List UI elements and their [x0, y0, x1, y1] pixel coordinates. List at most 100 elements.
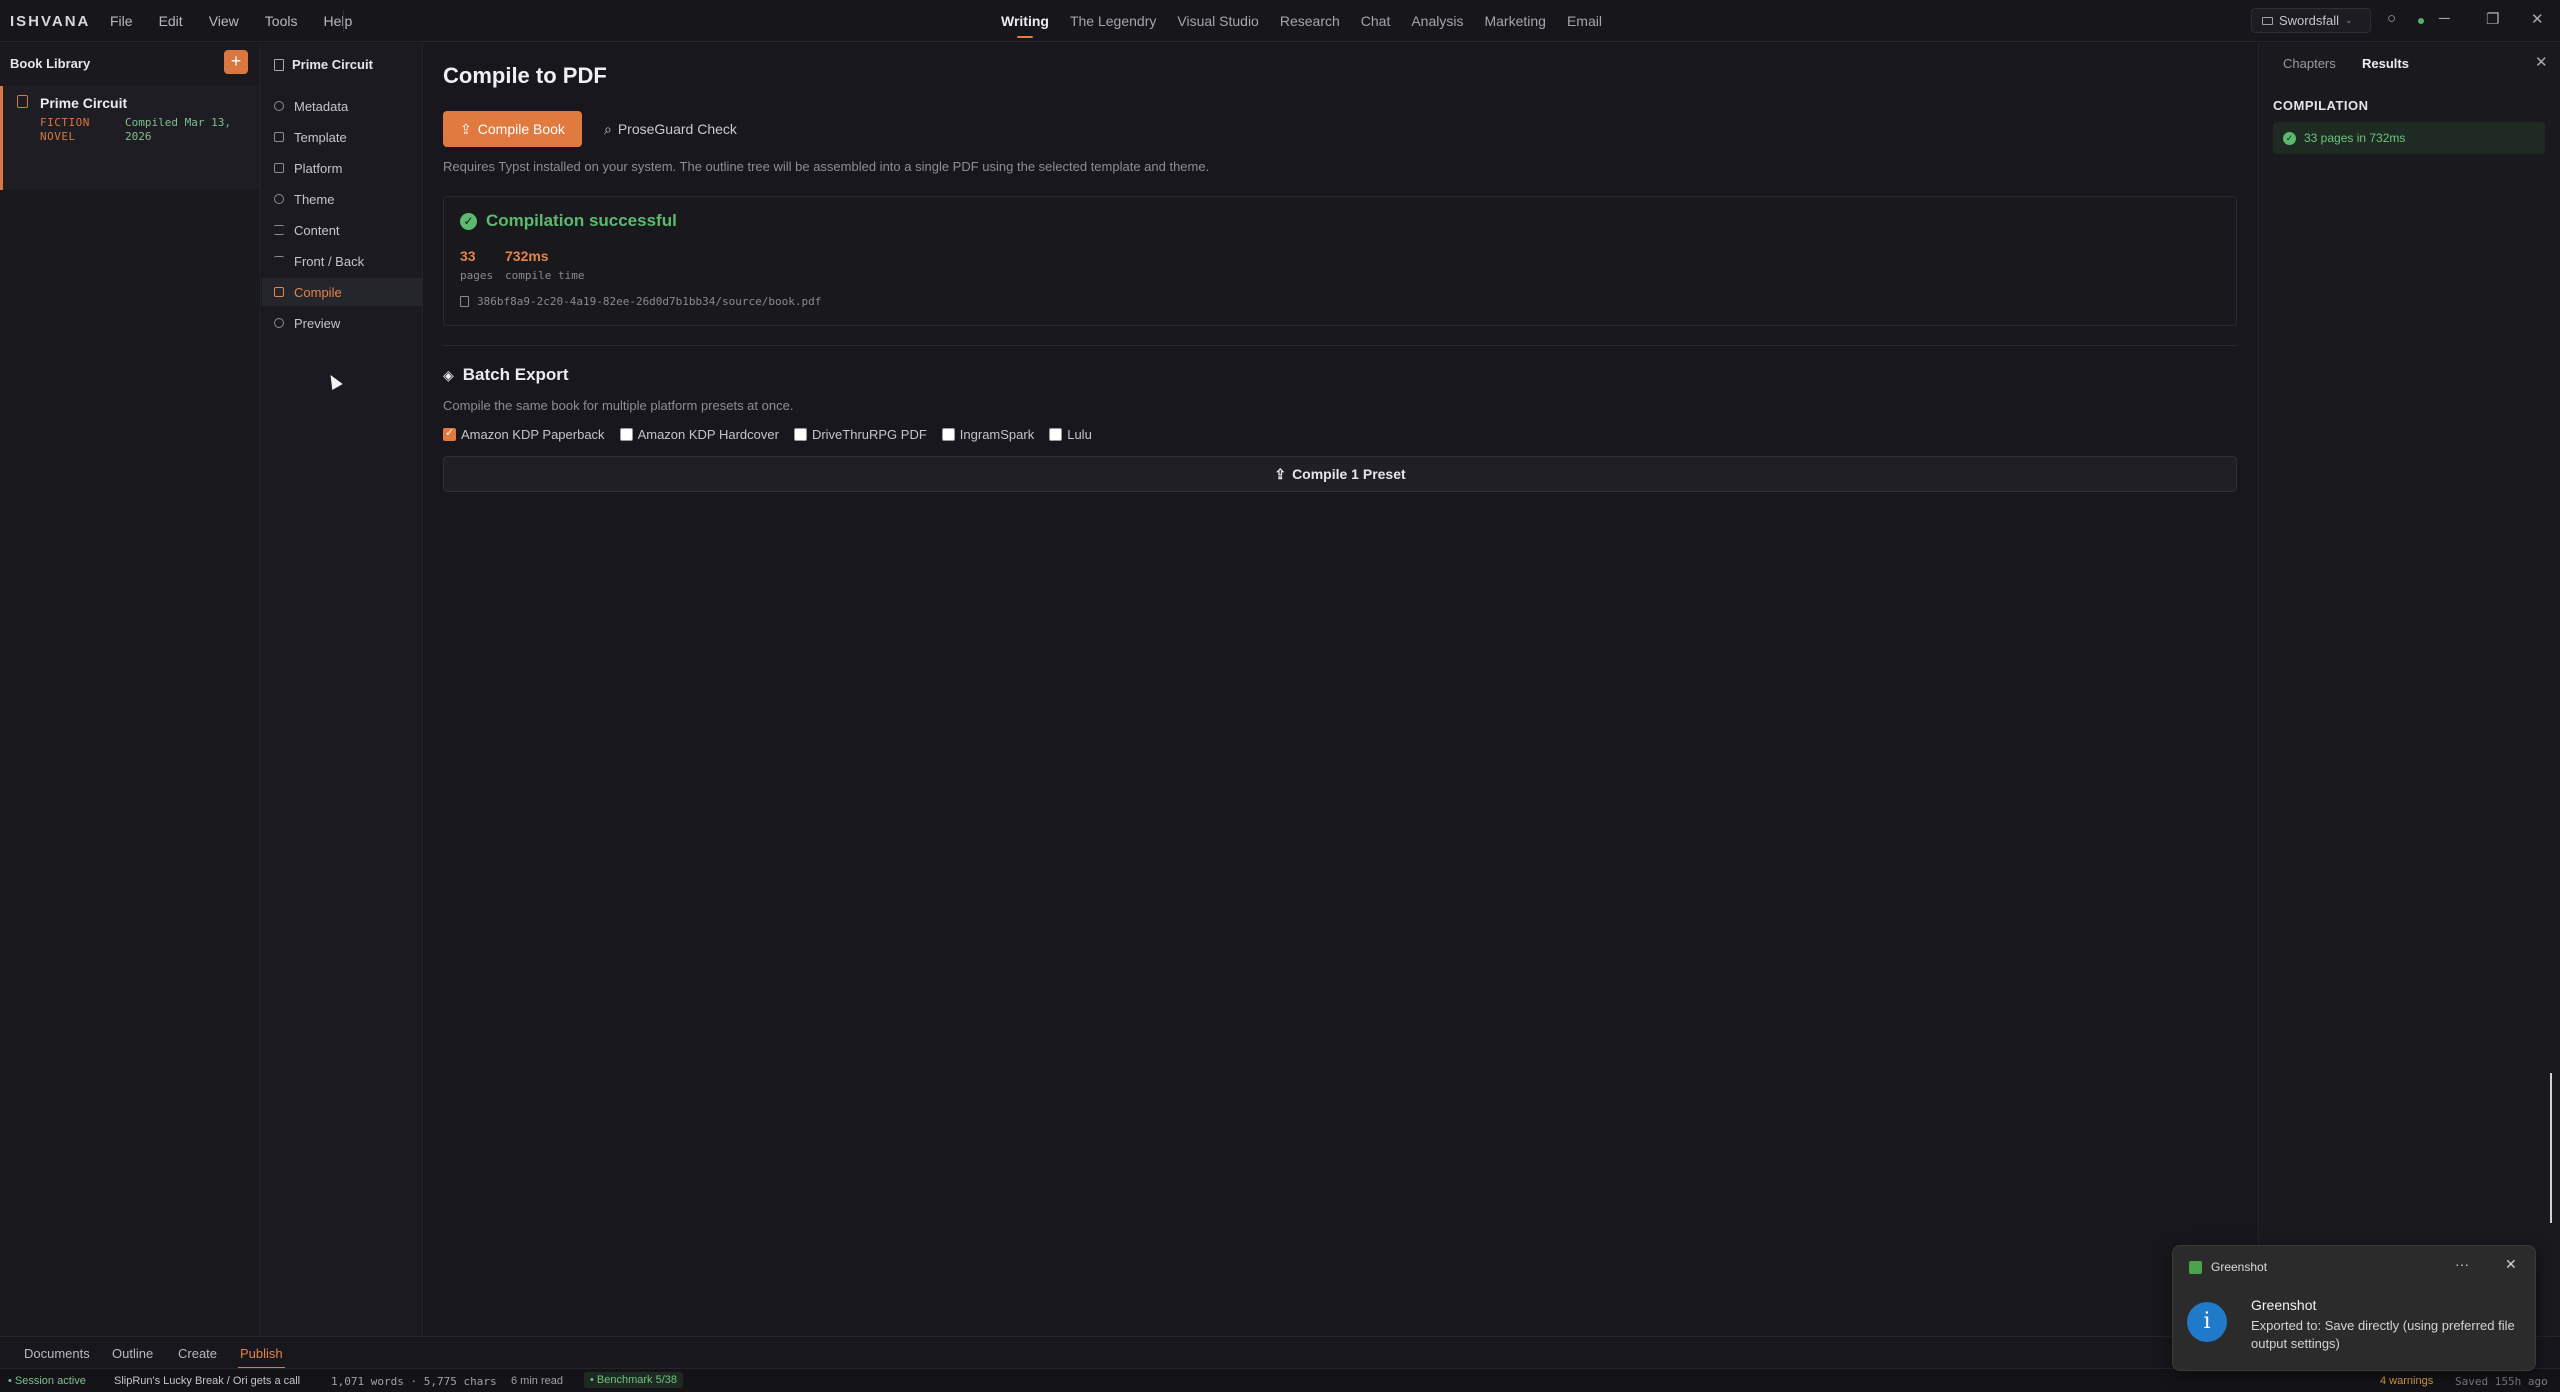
nav-item-template[interactable]: Template — [262, 123, 422, 151]
settings-circle-icon[interactable]: ○ — [2387, 10, 2396, 27]
batch-export-title: ◈ Batch Export — [443, 365, 569, 385]
compile-time-value: 732ms — [505, 248, 549, 264]
add-book-button[interactable]: + — [224, 50, 248, 74]
project-switcher[interactable]: Swordsfall ⌄ — [2251, 8, 2371, 33]
nav-item-label: Metadata — [294, 98, 349, 114]
nav-item-platform[interactable]: Platform — [262, 154, 422, 182]
nav-item-theme[interactable]: Theme — [262, 185, 422, 213]
section-divider — [443, 345, 2237, 346]
proseguard-check-button[interactable]: ⌕ ProseGuard Check — [604, 117, 737, 141]
nav-item-label: Template — [294, 129, 347, 145]
book-title: Prime Circuit — [40, 95, 128, 111]
tab-results[interactable]: Results — [2362, 56, 2409, 71]
compile-presets-button[interactable]: ⇪ Compile 1 Preset — [443, 456, 2237, 492]
library-title: Book Library — [10, 56, 91, 71]
window-close-icon[interactable]: ✕ — [2531, 10, 2544, 28]
book-compiled-date: Compiled Mar 13, 2026 — [125, 116, 231, 143]
preset-amazon-kdp-hardcover[interactable]: Amazon KDP Hardcover — [619, 427, 779, 442]
more-options-icon[interactable]: ··· — [2455, 1256, 2469, 1272]
nav-item-content[interactable]: Content — [262, 216, 422, 244]
nav-item-label: Front / Back — [294, 253, 365, 269]
compile-book-button[interactable]: ⇪ Compile Book — [443, 111, 582, 147]
success-title-label: Compilation successful — [486, 211, 677, 230]
compilation-section-title: COMPILATION — [2273, 98, 2369, 113]
checkbox[interactable] — [941, 428, 955, 441]
info-icon: i — [2187, 1302, 2227, 1342]
mode-tab-writing[interactable]: Writing — [1001, 13, 1049, 38]
output-path-text: 386bf8a9-2c20-4a19-82ee-26d0d7b1bb34/sou… — [477, 295, 822, 308]
pages-value: 33 — [460, 248, 476, 264]
menu-divider — [343, 10, 344, 32]
compile-book-label: Compile Book — [477, 121, 565, 137]
toast-close-icon[interactable]: ✕ — [2505, 1256, 2517, 1273]
menu-file[interactable]: File — [110, 13, 133, 29]
compilation-result-card: ✓ Compilation successful 33 pages 732ms … — [443, 196, 2237, 326]
info-icon — [274, 101, 284, 111]
printer-icon — [274, 163, 284, 173]
checkbox[interactable] — [793, 428, 807, 441]
warnings-count[interactable]: 4 warnings — [2380, 1375, 2433, 1387]
folder-icon — [2262, 16, 2273, 25]
scrollbar[interactable] — [2550, 1073, 2552, 1223]
title-bar: ISHVANA File Edit View Tools Help Writin… — [0, 0, 2560, 42]
nav-item-metadata[interactable]: Metadata — [262, 92, 422, 120]
preset-label: Amazon KDP Hardcover — [637, 427, 779, 442]
text-icon — [274, 256, 284, 266]
minimize-icon[interactable]: ─ — [2439, 10, 2450, 27]
tab-chapters[interactable]: Chapters — [2283, 56, 2336, 71]
notification-toast[interactable]: Greenshot ··· ✕ i Greenshot Exported to:… — [2172, 1245, 2536, 1371]
layout-icon — [274, 132, 284, 142]
nav-item-compile[interactable]: Compile — [262, 278, 422, 306]
tab-create[interactable]: Create — [178, 1346, 217, 1361]
nav-item-front-back[interactable]: Front / Back — [262, 247, 422, 275]
menu-tools[interactable]: Tools — [265, 13, 298, 29]
results-panel: Chapters Results ✕ COMPILATION ✓ 33 page… — [2258, 43, 2560, 1336]
status-bar: • Session active SlipRun's Lucky Break /… — [0, 1368, 2560, 1392]
compilation-result-item[interactable]: ✓ 33 pages in 732ms — [2273, 122, 2545, 154]
palette-icon — [274, 194, 284, 204]
checkbox[interactable] — [619, 428, 633, 441]
mode-tab-email[interactable]: Email — [1567, 13, 1602, 29]
preset-label: Lulu — [1067, 427, 1092, 442]
current-scene[interactable]: SlipRun's Lucky Break / Ori gets a call — [114, 1375, 300, 1387]
book-list-item[interactable]: Prime Circuit FICTION NOVEL Compiled Mar… — [0, 86, 260, 190]
project-name: Swordsfall — [2279, 13, 2339, 28]
tab-outline[interactable]: Outline — [112, 1346, 153, 1361]
nav-item-preview[interactable]: Preview — [262, 309, 422, 337]
preset-amazon-kdp-paperback[interactable]: Amazon KDP Paperback — [443, 426, 605, 442]
preset-ingramspark[interactable]: IngramSpark — [941, 427, 1034, 442]
checkbox[interactable] — [1049, 428, 1063, 441]
close-panel-icon[interactable]: ✕ — [2535, 53, 2548, 71]
mode-tabs: Writing The Legendry Visual Studio Resea… — [1001, 13, 1623, 38]
preset-lulu[interactable]: Lulu — [1049, 427, 1092, 442]
menu-view[interactable]: View — [209, 13, 239, 29]
nav-item-label: Theme — [294, 191, 335, 207]
session-status: • Session active — [8, 1375, 86, 1387]
list-icon — [274, 225, 284, 235]
mode-tab-research[interactable]: Research — [1280, 13, 1340, 29]
book-icon — [17, 95, 28, 108]
eye-icon — [274, 318, 284, 328]
output-file-path[interactable]: 386bf8a9-2c20-4a19-82ee-26d0d7b1bb34/sou… — [460, 295, 821, 308]
benchmark-badge[interactable]: • Benchmark 5/38 — [584, 1372, 684, 1388]
menu-edit[interactable]: Edit — [159, 13, 183, 29]
tab-documents[interactable]: Documents — [24, 1346, 90, 1361]
mode-tab-analysis[interactable]: Analysis — [1411, 13, 1463, 29]
batch-export-description: Compile the same book for multiple platf… — [443, 398, 794, 413]
mode-tab-chat[interactable]: Chat — [1361, 13, 1391, 29]
mode-tab-marketing[interactable]: Marketing — [1484, 13, 1545, 29]
mode-tab-legendry[interactable]: The Legendry — [1070, 13, 1156, 29]
restore-icon[interactable]: ❐ — [2486, 10, 2499, 28]
app-logo: ISHVANA — [10, 13, 91, 30]
file-icon — [460, 296, 469, 307]
batch-title-label: Batch Export — [462, 365, 569, 384]
toast-title: Greenshot — [2251, 1297, 2317, 1313]
mode-tab-visual-studio[interactable]: Visual Studio — [1177, 13, 1258, 29]
nav-item-label: Preview — [294, 315, 341, 331]
menu-help[interactable]: Help — [323, 13, 352, 29]
checkbox-checked[interactable] — [443, 426, 456, 441]
success-title: ✓ Compilation successful — [460, 211, 677, 231]
preset-drivethrurpg-pdf[interactable]: DriveThruRPG PDF — [793, 427, 927, 442]
pages-label: pages — [460, 269, 494, 282]
tab-publish[interactable]: Publish — [238, 1346, 285, 1369]
